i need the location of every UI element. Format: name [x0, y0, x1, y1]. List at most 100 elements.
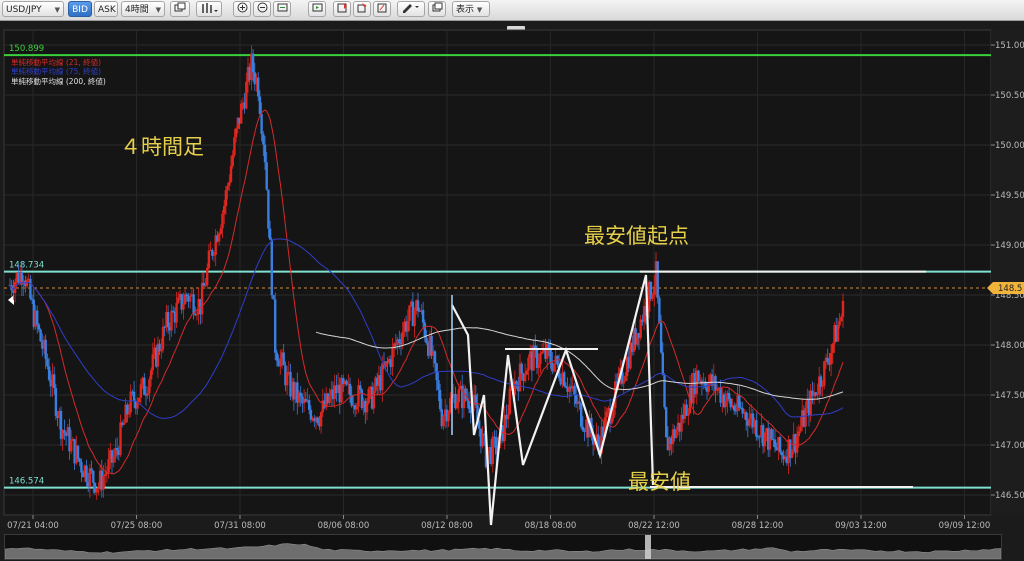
candle-body [549, 349, 552, 363]
candle-body [115, 447, 119, 451]
candle-body [697, 370, 700, 382]
candle-body [195, 314, 199, 316]
candle-body [149, 370, 153, 380]
candle-body [365, 403, 369, 413]
candle-body [245, 81, 248, 109]
candle-body [425, 337, 428, 344]
candle-body [829, 352, 833, 365]
candle-body [665, 407, 668, 438]
candle-body [797, 431, 800, 437]
candle-body [143, 377, 146, 395]
candle-body [525, 370, 528, 375]
navigator-handle[interactable] [645, 535, 651, 559]
candle-body [166, 312, 170, 328]
candle-body [421, 310, 425, 323]
candle-body [308, 399, 311, 410]
candle-body [804, 408, 807, 427]
y-tick-label: 146.50 [995, 491, 1024, 501]
candle-body [831, 343, 834, 353]
candle-body [172, 310, 175, 312]
candle-body [416, 300, 420, 311]
candle-body [200, 282, 204, 315]
candle-body [175, 302, 178, 323]
y-tick-label: 149.50 [995, 191, 1024, 201]
level-label: 148.734 [9, 261, 44, 271]
candle-body [76, 445, 80, 459]
x-tick-label: 07/31 08:00 [214, 521, 266, 531]
candle-body [610, 417, 613, 424]
candle-body [651, 294, 654, 299]
candle-body [381, 363, 384, 391]
candle-body [581, 426, 585, 431]
candle-body [177, 297, 180, 303]
candle-body [552, 363, 556, 372]
candle-body [523, 374, 527, 382]
candle-body [251, 53, 255, 73]
candle-body [112, 456, 115, 463]
candle-body [563, 372, 566, 386]
candle-body [663, 375, 666, 408]
candle-body [146, 393, 149, 396]
candle-body [661, 352, 664, 376]
candle-body [233, 137, 236, 156]
candle-body [206, 268, 209, 286]
candle-body [624, 375, 627, 381]
y-tick-label: 148.00 [995, 341, 1024, 351]
candle-body [268, 228, 272, 240]
candle-body [816, 394, 819, 396]
candle-body [258, 96, 262, 114]
candle-body [622, 380, 625, 384]
x-tick-label: 08/28 12:00 [732, 521, 784, 531]
timeframe-annotation: ４時間足 [120, 135, 204, 159]
candle-body [840, 316, 843, 322]
candle-body [841, 300, 845, 317]
candle-body [773, 439, 777, 448]
candle-body [707, 381, 710, 392]
price-chart[interactable]: 151.00150.50150.00149.50149.00148.50148.… [0, 0, 1024, 561]
candle-body [755, 420, 758, 437]
candle-body [506, 414, 510, 420]
x-tick-label: 08/06 08:00 [318, 521, 370, 531]
candle-body [262, 133, 265, 145]
candle-body [838, 321, 841, 326]
navigator-bar[interactable] [4, 534, 1002, 560]
candle-body [359, 385, 362, 390]
candle-body [491, 436, 494, 464]
candle-body [520, 363, 523, 374]
candle-body [46, 358, 49, 367]
candle-body [733, 405, 736, 411]
candle-body [279, 358, 282, 367]
candle-body [823, 361, 826, 386]
candle-body [132, 391, 136, 402]
candle-body [207, 250, 211, 269]
candle-body [272, 295, 275, 300]
candle-body [653, 286, 656, 295]
candle-body [29, 278, 32, 299]
candle-body [240, 103, 243, 124]
candle-body [639, 319, 642, 338]
candle-body [226, 185, 229, 191]
candle-body [447, 412, 450, 422]
candle-body [564, 385, 568, 388]
x-tick-label: 09/09 12:00 [939, 521, 991, 531]
candle-body [85, 465, 88, 482]
candle-body [53, 374, 56, 389]
candle-body [778, 437, 782, 453]
candle-body [406, 320, 409, 332]
candle-body [88, 468, 92, 487]
candle-body [540, 351, 544, 354]
candle-body [138, 397, 141, 402]
candle-body [819, 376, 823, 387]
candle-body [92, 470, 95, 483]
candle-body [675, 430, 678, 438]
candle-body [63, 429, 66, 433]
y-tick-label: 147.50 [995, 391, 1024, 401]
candle-body [204, 285, 207, 287]
candle-body [605, 411, 608, 418]
x-tick-label: 09/03 12:00 [835, 521, 887, 531]
current-price-label: 148.5 [998, 284, 1022, 294]
navigator-overview [5, 543, 1001, 559]
candle-body [265, 162, 268, 190]
candle-body [234, 128, 238, 138]
candle-body [437, 380, 440, 390]
